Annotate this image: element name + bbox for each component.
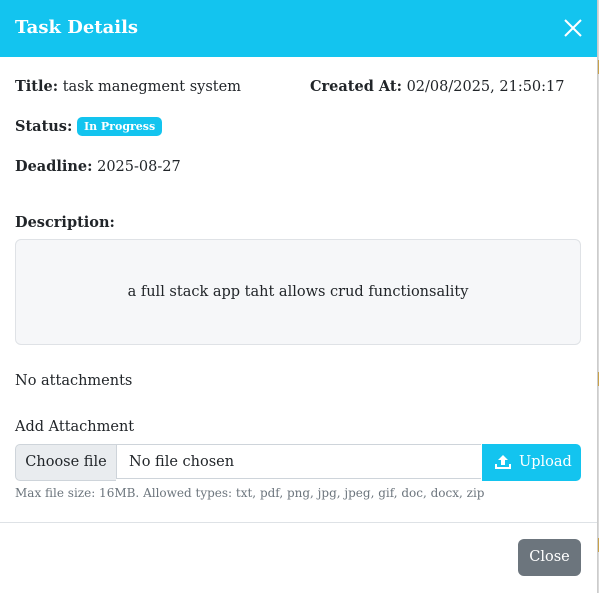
- description-box: a full stack app taht allows crud functi…: [15, 239, 581, 345]
- status-badge: In Progress: [76, 117, 163, 136]
- upload-icon: [495, 455, 511, 469]
- modal-title: Task Details: [15, 17, 139, 38]
- description-heading: Description:: [15, 213, 115, 233]
- upload-label: Upload: [519, 454, 572, 470]
- close-icon[interactable]: [562, 17, 584, 39]
- deadline-field: Deadline: 2025-08-27: [15, 157, 181, 177]
- created-at-value: 02/08/2025, 21:50:17: [406, 79, 565, 95]
- created-at-field: Created At: 02/08/2025, 21:50:17: [310, 77, 565, 97]
- no-attachments-text: No attachments: [15, 373, 133, 389]
- file-status-field[interactable]: No file chosen: [116, 444, 481, 479]
- status-field: Status: In Progress: [15, 117, 163, 137]
- choose-file-button[interactable]: Choose file: [15, 444, 116, 481]
- created-at-label: Created At:: [310, 78, 402, 95]
- description-label: Description:: [15, 214, 115, 231]
- title-label: Title:: [15, 78, 59, 95]
- modal-header: Task Details: [0, 0, 597, 57]
- file-hint: Max file size: 16MB. Allowed types: txt,…: [15, 486, 485, 500]
- description-text: a full stack app taht allows crud functi…: [127, 284, 469, 300]
- add-attachment-label: Add Attachment: [15, 419, 135, 435]
- deadline-value: 2025-08-27: [97, 159, 181, 175]
- attachment-input-group: Choose file No file chosen Upload: [15, 444, 581, 481]
- title-field: Title: task manegment system: [15, 77, 241, 97]
- upload-button[interactable]: Upload: [482, 444, 581, 481]
- close-button[interactable]: Close: [518, 539, 581, 576]
- task-details-modal: Task Details Title: task manegment syste…: [0, 0, 598, 593]
- deadline-label: Deadline:: [15, 158, 93, 175]
- status-label: Status:: [15, 118, 73, 135]
- title-value: task manegment system: [62, 79, 241, 95]
- footer-divider: [0, 522, 597, 523]
